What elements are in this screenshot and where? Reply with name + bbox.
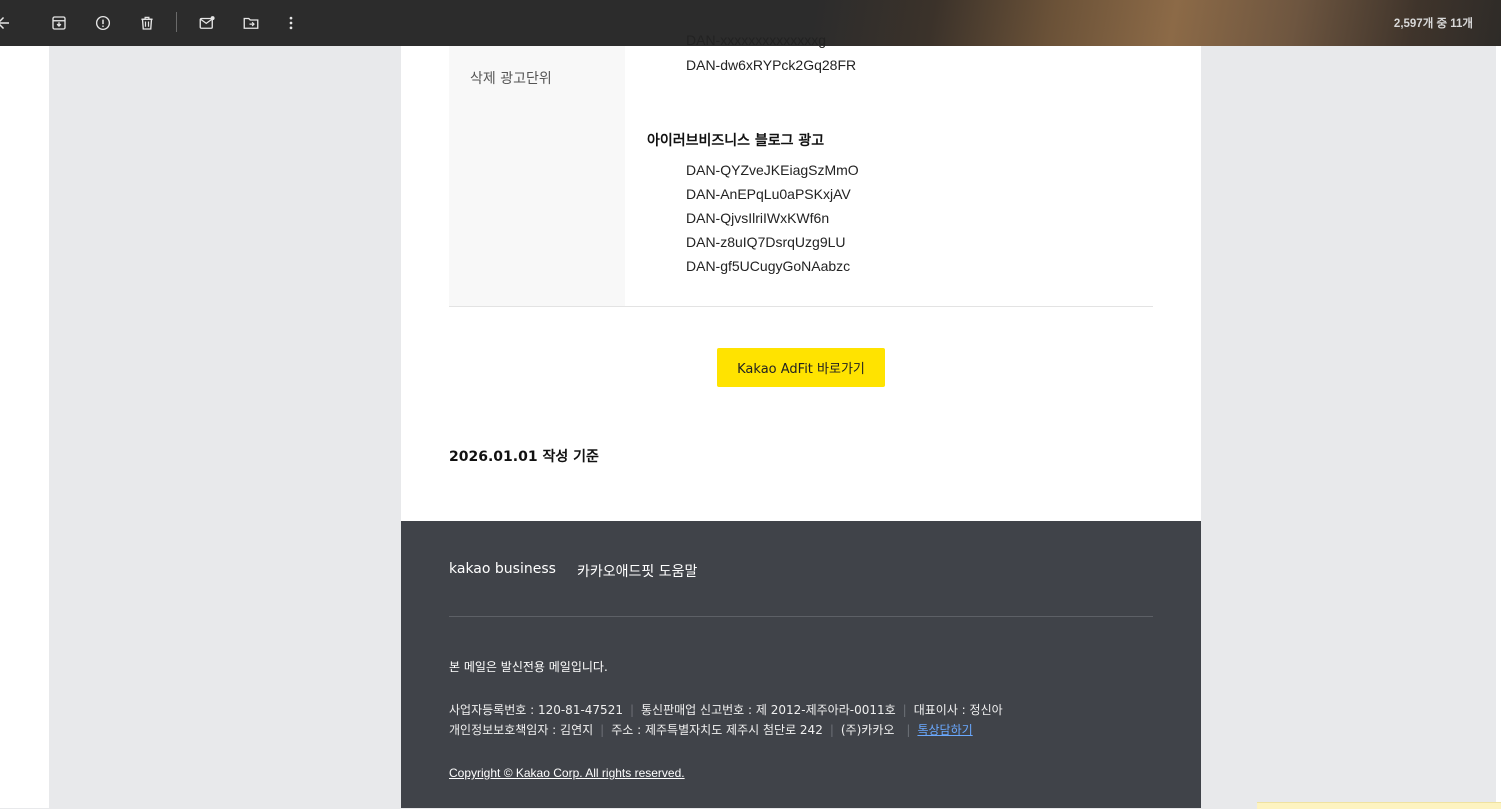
report-spam-icon[interactable] — [92, 12, 114, 34]
email-footer: kakao business 카카오애드핏 도움말 본 메일은 발신전용 메일입… — [401, 521, 1201, 808]
mail-order-reg-no: 통신판매업 신고번호 : 제 2012-제주아라-0011호 — [641, 703, 896, 717]
right-edge-panel — [1496, 46, 1501, 808]
toolbar-separator — [176, 12, 177, 32]
trash-icon[interactable] — [136, 12, 158, 34]
ad-unit-id: DAN-AnEPqLu0aPSKxjAV — [686, 186, 851, 202]
footer-divider — [449, 616, 1153, 617]
move-to-icon[interactable] — [240, 12, 262, 34]
ceo-name: 대표이사 : 정신아 — [913, 703, 1003, 717]
ad-unit-id: DAN-QjvsIlriIWxKWf6n — [686, 210, 830, 226]
adfit-help-link[interactable]: 카카오애드핏 도움말 — [577, 561, 697, 581]
deleted-units-label: 삭제 광고단위 — [470, 71, 552, 87]
email-body-card: 삭제 광고단위 DAN-xxxxxxxxxxxxxxg DAN-dw6xRYPc… — [401, 32, 1201, 521]
company-address: 주소 : 제주특별자치도 제주시 첨단로 242 — [611, 723, 823, 737]
back-arrow-icon[interactable] — [0, 12, 14, 34]
company-info-line-1: 사업자등록번호 : 120-81-47521 | 통신판매업 신고번호 : 제 20… — [449, 703, 1003, 717]
more-vert-icon[interactable] — [280, 12, 302, 34]
table-label-cell: 삭제 광고단위 — [449, 46, 625, 306]
ad-unit-id: DAN-dw6xRYPck2Gq28FR — [686, 57, 857, 73]
ad-unit-partial: DAN-xxxxxxxxxxxxxxg — [686, 32, 827, 48]
copyright-link[interactable]: Copyright © Kakao Corp. All rights reser… — [449, 766, 685, 780]
ad-unit-id: DAN-z8uIQ7DsrqUzg9LU — [686, 234, 846, 250]
talk-consult-link[interactable]: 톡상담하기 — [917, 723, 972, 737]
business-reg-no: 사업자등록번호 : 120-81-47521 — [449, 703, 623, 717]
send-only-notice: 본 메일은 발신전용 메일입니다. — [449, 660, 608, 674]
privacy-officer: 개인정보보호책임자 : 김연지 — [449, 723, 594, 737]
ad-unit-id: DAN-QYZveJKEiagSzMmO — [686, 162, 859, 178]
date-note: 2026.01.01 작성 기준 — [449, 449, 599, 465]
right-background — [1201, 46, 1501, 808]
message-counter: 2,597개 중 11개 — [1393, 18, 1473, 30]
mark-unread-icon[interactable] — [196, 12, 218, 34]
ad-unit-id: DAN-gf5UCugyGoNAabzc — [686, 258, 851, 274]
company-info-line-2: 개인정보보호책임자 : 김연지 | 주소 : 제주특별자치도 제주시 첨단로 242… — [449, 723, 973, 737]
table-divider — [449, 306, 1153, 307]
group-title: 아이러브비즈니스 블로그 광고 — [647, 133, 825, 149]
kakao-business-link[interactable]: kakao business — [449, 561, 556, 577]
archive-icon[interactable] — [48, 12, 70, 34]
company-name: (주)카카오 — [840, 723, 895, 737]
left-panel — [0, 46, 49, 808]
kakao-adfit-button[interactable]: Kakao AdFit 바로가기 — [717, 348, 885, 387]
